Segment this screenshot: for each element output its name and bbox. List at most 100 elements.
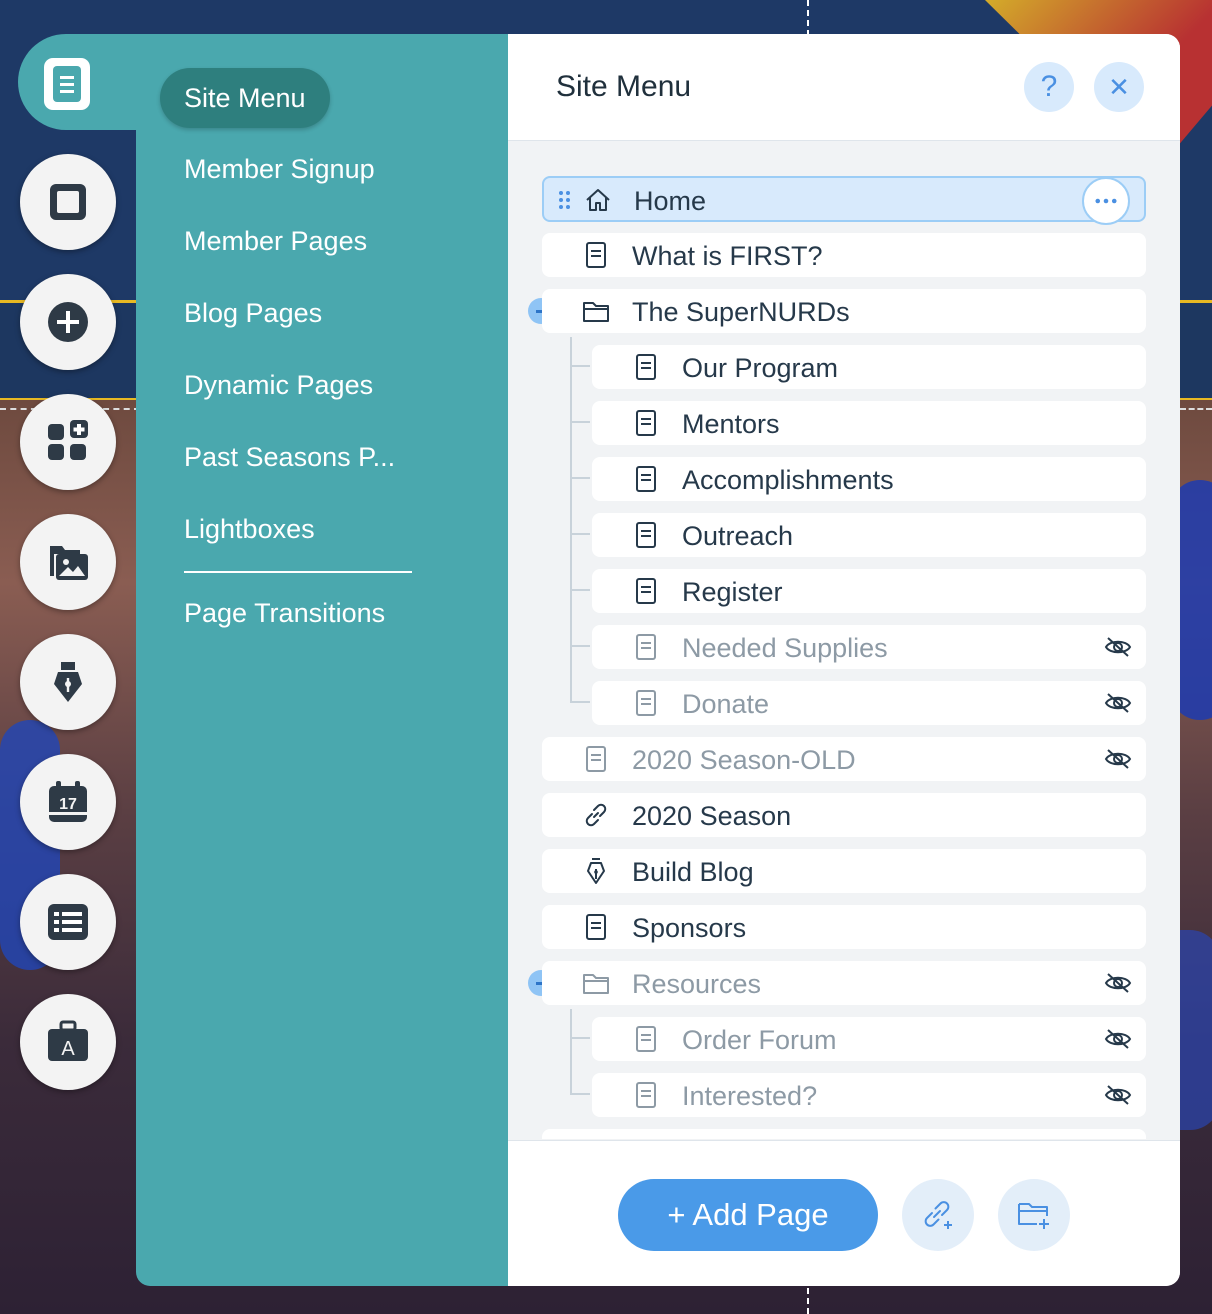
folder-row-hidden[interactable]: Resources xyxy=(542,961,1146,1005)
side-menu-member-pages[interactable]: Member Pages xyxy=(184,226,367,257)
page-row-label: Outreach xyxy=(682,521,794,551)
add-icon[interactable] xyxy=(20,274,116,370)
page-row-label: Interested? xyxy=(682,1081,818,1111)
page-row-hidden[interactable]: Interested? xyxy=(592,1073,1146,1117)
tree-connector xyxy=(570,645,590,647)
page-icon xyxy=(636,410,656,436)
page-row-label: Home xyxy=(634,186,707,216)
tree-connector xyxy=(570,533,590,535)
page-row-label: Our Program xyxy=(682,353,839,383)
pages-list: Home What is FIRST? The SuperNURDs Our P… xyxy=(508,141,1180,1139)
tree-connector xyxy=(570,477,590,479)
list-icon[interactable] xyxy=(20,874,116,970)
pages-side-menu: Site Menu Member Signup Member Pages Blo… xyxy=(136,34,508,1286)
close-button[interactable]: ✕ xyxy=(1094,62,1144,112)
page-row-hidden[interactable]: Needed Supplies xyxy=(592,625,1146,669)
page-icon xyxy=(636,1026,656,1052)
side-menu-page-transitions[interactable]: Page Transitions xyxy=(184,598,385,629)
drag-handle-icon[interactable] xyxy=(558,190,572,210)
page-icon xyxy=(636,466,656,492)
page-row-label: Build Blog xyxy=(632,857,754,887)
media-icon[interactable] xyxy=(20,514,116,610)
page-row[interactable]: Build Blog xyxy=(542,849,1146,893)
page-icon xyxy=(636,578,656,604)
side-menu-blog-pages[interactable]: Blog Pages xyxy=(184,298,322,329)
page-icon xyxy=(636,1082,656,1108)
add-link-button[interactable] xyxy=(902,1179,974,1251)
side-menu-dynamic-pages[interactable]: Dynamic Pages xyxy=(184,370,373,401)
page-icon xyxy=(586,914,606,940)
home-icon xyxy=(586,189,610,211)
side-menu-site-menu[interactable]: Site Menu xyxy=(160,68,330,128)
add-folder-button[interactable] xyxy=(998,1179,1070,1251)
add-page-button[interactable]: + Add Page xyxy=(618,1179,878,1251)
page-row[interactable]: Outreach xyxy=(592,513,1146,557)
add-folder-icon xyxy=(1018,1203,1049,1229)
page-row-hidden[interactable]: 2020 Season-OLD xyxy=(542,737,1146,781)
help-button[interactable]: ? xyxy=(1024,62,1074,112)
more-actions-button[interactable] xyxy=(1082,177,1130,225)
hidden-eye-icon xyxy=(1104,693,1132,713)
page-row[interactable]: Our Program xyxy=(592,345,1146,389)
side-menu-member-signup[interactable]: Member Signup xyxy=(184,154,375,185)
page-row-hidden[interactable]: Order Forum xyxy=(592,1017,1146,1061)
canvas-guide-line xyxy=(1180,408,1212,410)
tree-connector xyxy=(570,1037,590,1039)
page-row[interactable]: 2020 Season xyxy=(542,793,1146,837)
page-row[interactable]: Register xyxy=(592,569,1146,613)
page-row-label: Order Forum xyxy=(682,1025,837,1055)
page-row-hidden[interactable]: Donate xyxy=(592,681,1146,725)
side-menu-divider xyxy=(184,571,412,573)
hidden-eye-icon xyxy=(1104,637,1132,657)
app-market-icon[interactable]: A xyxy=(20,994,116,1090)
add-link-icon xyxy=(924,1201,952,1229)
close-icon: ✕ xyxy=(1108,71,1130,102)
page-row-label: Resources xyxy=(632,969,762,999)
side-menu-past-seasons[interactable]: Past Seasons P... xyxy=(184,442,395,473)
calendar-day-label: 17 xyxy=(59,796,77,813)
page-icon xyxy=(636,690,656,716)
page-row-label: The SuperNURDs xyxy=(632,297,850,327)
page-icon xyxy=(636,522,656,548)
page-icon xyxy=(636,354,656,380)
page-row-label: 2020 Season-OLD xyxy=(632,745,856,775)
blog-pen-icon[interactable] xyxy=(20,634,116,730)
page-row-label: 2020 Season xyxy=(632,801,792,831)
add-apps-icon[interactable] xyxy=(20,394,116,490)
panel-title: Site Menu xyxy=(556,70,692,103)
page-row[interactable]: What is FIRST? xyxy=(542,233,1146,277)
page-row-home[interactable]: Home xyxy=(542,176,1146,225)
tree-connector xyxy=(570,1009,572,1093)
page-row[interactable]: Mentors xyxy=(592,401,1146,445)
hidden-eye-icon xyxy=(1104,1029,1132,1049)
pages-icon[interactable] xyxy=(44,58,90,110)
tree-connector xyxy=(570,421,590,423)
app-market-letter: A xyxy=(61,1038,75,1060)
page-row-label: What is FIRST? xyxy=(632,241,823,271)
link-icon xyxy=(585,803,607,827)
page-row[interactable]: Sponsors xyxy=(542,905,1146,949)
page-row-label: Mentors xyxy=(682,409,780,439)
background-icon[interactable] xyxy=(20,154,116,250)
page-icon xyxy=(586,746,606,772)
canvas-guide-line xyxy=(807,1288,809,1314)
page-row-label: Needed Supplies xyxy=(682,633,888,663)
page-row-label: Register xyxy=(682,577,783,607)
tree-connector xyxy=(570,589,590,591)
page-row[interactable]: Accomplishments xyxy=(592,457,1146,501)
page-row-label: Sponsors xyxy=(632,913,747,943)
page-row-label: Donate xyxy=(682,689,770,719)
panel-header: Site Menu ? ✕ xyxy=(508,34,1180,141)
more-icon xyxy=(1095,198,1117,204)
help-icon: ? xyxy=(1040,70,1058,103)
tree-connector xyxy=(570,701,590,703)
folder-icon xyxy=(583,302,609,322)
side-menu-lightboxes[interactable]: Lightboxes xyxy=(184,514,315,545)
folder-row[interactable]: The SuperNURDs xyxy=(542,289,1146,333)
folder-icon xyxy=(583,974,609,994)
page-row-partial[interactable] xyxy=(542,1129,1146,1139)
events-calendar-icon[interactable]: 17 xyxy=(20,754,116,850)
tree-connector xyxy=(570,1093,590,1095)
pen-icon xyxy=(587,858,605,884)
page-row-label: Accomplishments xyxy=(682,465,894,495)
